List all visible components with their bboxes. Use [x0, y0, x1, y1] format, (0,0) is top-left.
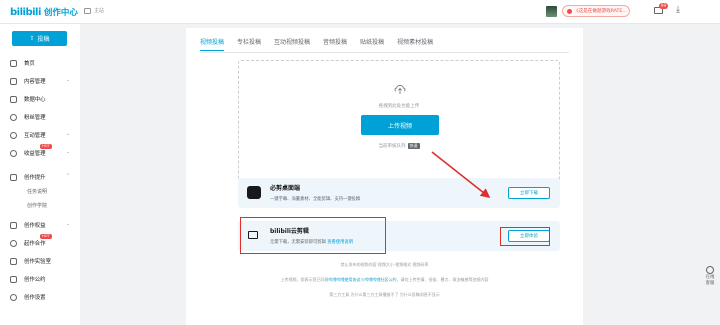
sidebar-item-home[interactable]: 首页	[10, 58, 74, 68]
logo-title: 创作中心	[43, 8, 78, 18]
upload-panel: 视频投稿 专栏投稿 互动视频投稿 音频投稿 贴纸投稿 视频素材投稿 拖拽到此处也…	[186, 28, 583, 325]
content-icon	[10, 77, 17, 85]
sidebar-item-label: 内容管理	[24, 79, 46, 85]
footer-links: 禁止发布的视频内容 视频大小 视频格式 视频码率	[340, 262, 429, 267]
chevron-down-icon: ⌄	[65, 149, 70, 155]
sidebar-sub-tasks[interactable]: 任务说明	[27, 188, 47, 195]
sidebar-item-label: 首页	[24, 61, 35, 67]
upload-button[interactable]: ⇧ 投稿	[12, 31, 67, 46]
tab-material[interactable]: 视频素材投稿	[397, 37, 433, 51]
promo-pill[interactable]: 《这是在做题游戏RATE…	[562, 5, 630, 17]
usage-agreement-link[interactable]: 哔哩哔哩使用协议	[329, 277, 361, 282]
top-bar: bilibili 创作中心 主站 《这是在做题游戏RATE… 99 ⤓	[0, 0, 720, 24]
promo-dot-icon	[567, 8, 572, 14]
sidebar-item-label: 起作合作	[24, 241, 46, 247]
chevron-down-icon: ⌄	[65, 221, 70, 227]
sidebar-item-label: 数据中心	[24, 97, 46, 103]
community-rules-link[interactable]: 哔哩哔哩社区公约	[365, 277, 397, 282]
logo-bili: bilibili	[10, 6, 41, 18]
help-label: 在线 客服	[705, 275, 715, 286]
sidebar-item-content[interactable]: 内容管理 ⌄	[10, 76, 74, 86]
promo-text: 《这是在做题游戏RATE…	[574, 9, 627, 14]
chevron-down-icon: ⌄	[65, 77, 70, 83]
dropzone-hint: 拖拽到此处也能上传	[378, 104, 420, 109]
tab-divider	[200, 52, 569, 53]
footer-agreement: 上传视频，即表示您已同意哔哩哔哩使用协议与哔哩哔哩社区公约，请勿上传色情、低俗、…	[280, 277, 489, 282]
hot-badge: HOT	[40, 144, 52, 149]
sidebar-sub-academy[interactable]: 创作学院	[27, 202, 47, 209]
download-now-button[interactable]: 立即下载	[508, 187, 550, 199]
hot-badge: HOT	[40, 234, 52, 239]
sidebar-item-fans[interactable]: 粉丝管理	[10, 112, 74, 122]
convention-icon	[10, 275, 17, 283]
tab-sticker[interactable]: 贴纸投稿	[360, 37, 384, 51]
sidebar-item-improve[interactable]: 创作提升 ⌃	[10, 172, 74, 182]
tab-audio[interactable]: 音频投稿	[323, 37, 347, 51]
sidebar-item-cooperation[interactable]: 起作合作 HOT	[10, 234, 74, 248]
tab-article[interactable]: 专栏投稿	[237, 37, 261, 51]
online-service-button[interactable]: 在线 客服	[702, 266, 718, 287]
sidebar-item-label: 创作实验室	[24, 259, 51, 265]
data-icon	[10, 95, 17, 103]
avatar[interactable]	[546, 6, 557, 17]
settings-icon	[10, 293, 17, 301]
home-icon	[10, 59, 17, 67]
sidebar-item-convention[interactable]: 创作公约	[10, 274, 74, 284]
sidebar-item-lab[interactable]: 创作实验室	[10, 256, 74, 266]
promo-desc: 一键字幕、海量素材、全能剪辑、支持一键投稿	[270, 197, 361, 202]
main-site-label: 主站	[94, 8, 105, 14]
sidebar-item-label: 创作公约	[24, 277, 46, 283]
fans-icon	[10, 113, 17, 121]
chevron-down-icon: ⌄	[65, 131, 70, 137]
lab-icon	[10, 257, 17, 265]
calendar-icon	[84, 7, 91, 14]
sidebar-item-label: 创作提升	[24, 175, 46, 181]
queue-tag: 快速	[407, 143, 420, 149]
promo-title: 必剪桌面端	[270, 185, 301, 192]
main-site-link[interactable]: 主站	[84, 7, 104, 14]
annotation-box-cloud-edit	[240, 217, 386, 254]
upload-video-button[interactable]: 上传视频	[361, 115, 439, 135]
sidebar-item-settings[interactable]: 创作设置	[10, 292, 74, 302]
footer-tools: 第三方工具 为什么第三方工具播放不了 为什么投稿消息不显示	[329, 292, 440, 297]
sidebar: ⇧ 投稿 首页 内容管理 ⌄ 数据中心 粉丝管理 互动管理 ⌄ 收益管理 HOT…	[0, 24, 80, 325]
flag-icon	[10, 221, 17, 229]
download-icon[interactable]: ⤓	[676, 5, 680, 15]
mail-icon[interactable]: 99	[654, 3, 668, 14]
interaction-icon	[10, 131, 17, 139]
bijian-logo-icon	[247, 186, 261, 199]
upload-dropzone[interactable]: 拖拽到此处也能上传 上传视频 当前审核队列 快速	[238, 60, 560, 185]
upload-button-label: 投稿	[37, 36, 50, 43]
sidebar-item-label: 创作设置	[24, 295, 46, 301]
earnings-icon	[10, 149, 17, 157]
sidebar-item-data[interactable]: 数据中心	[10, 94, 74, 104]
sidebar-item-label: 创作权益	[24, 223, 46, 229]
upload-tabs: 视频投稿 专栏投稿 互动视频投稿 音频投稿 贴纸投稿 视频素材投稿	[200, 37, 446, 51]
mail-badge: 99	[658, 3, 668, 9]
sidebar-item-label: 互动管理	[24, 133, 46, 139]
annotation-box-try-button	[500, 227, 550, 246]
tab-video[interactable]: 视频投稿	[200, 37, 225, 51]
sidebar-item-interaction[interactable]: 互动管理 ⌄	[10, 130, 74, 140]
help-icon	[706, 266, 714, 274]
upload-icon: ⇧	[29, 35, 35, 42]
logo[interactable]: bilibili 创作中心	[10, 4, 78, 20]
sidebar-item-earnings[interactable]: 收益管理 HOT ⌄	[10, 144, 74, 158]
sidebar-item-rights[interactable]: 创作权益 ⌄	[10, 220, 74, 230]
tab-interactive-video[interactable]: 互动视频投稿	[274, 37, 310, 51]
improve-icon	[10, 173, 17, 181]
queue-info: 当前审核队列 快速	[239, 143, 559, 149]
cooperation-icon	[10, 239, 17, 247]
queue-label: 当前审核队列	[378, 144, 406, 149]
promo-bijian: 必剪桌面端 一键字幕、海量素材、全能剪辑、支持一键投稿 立即下载	[238, 178, 560, 208]
sidebar-item-label: 收益管理	[24, 151, 46, 157]
sidebar-item-label: 粉丝管理	[24, 115, 46, 121]
cloud-upload-icon	[394, 85, 406, 94]
chevron-up-icon: ⌃	[65, 173, 70, 179]
